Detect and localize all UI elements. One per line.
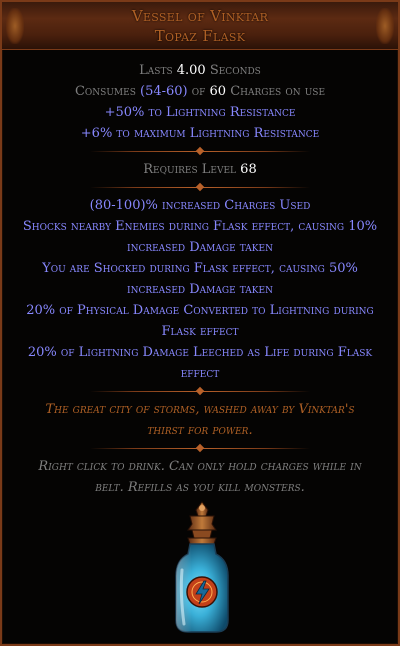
separator: [90, 183, 310, 191]
explicit-mods: (80-100)% increased Charges Used Shocks …: [12, 195, 388, 384]
duration-unit: Seconds: [205, 63, 261, 78]
item-name: Vessel of Vinktar: [131, 7, 269, 25]
separator: [90, 387, 310, 395]
charges-line: Consumes (54-60) of 60 Charges on use: [12, 81, 388, 102]
duration-label: Lasts: [139, 63, 177, 78]
item-tooltip: Vessel of Vinktar Topaz Flask Lasts 4.00…: [0, 0, 400, 646]
implicit-mod-2: +6% to maximum Lightning Resistance: [80, 126, 320, 141]
explicit-mod: (80-100)% increased Charges Used: [89, 198, 311, 213]
charges-used-value: (54-60): [140, 84, 188, 99]
duration-line: Lasts 4.00 Seconds: [12, 60, 388, 81]
implicit-mod-1: +50% to Lightning Resistance: [104, 105, 296, 120]
explicit-mod: Shocks nearby Enemies during Flask effec…: [22, 219, 378, 255]
flask-icon-container: [162, 498, 242, 638]
item-base-type: Topaz Flask: [154, 27, 246, 45]
lightning-sigil-icon: [186, 576, 218, 608]
explicit-mod: 20% of Physical Damage Converted to Ligh…: [26, 303, 374, 339]
separator: [90, 444, 310, 452]
charges-suffix: Charges on use: [226, 84, 326, 99]
requirements-line: Requires Level 68: [12, 159, 388, 180]
item-header: Vessel of Vinktar Topaz Flask: [2, 2, 398, 50]
charges-max-value: 60: [209, 84, 227, 99]
topaz-flask-icon: [175, 501, 229, 633]
separator: [90, 147, 310, 155]
requirements-label: Requires Level: [143, 162, 241, 177]
charges-label: Consumes: [74, 84, 140, 99]
charges-of: of: [187, 84, 210, 99]
flavour-text: The great city of storms, washed away by…: [45, 402, 355, 438]
item-body: Lasts 4.00 Seconds Consumes (54-60) of 6…: [2, 50, 398, 498]
duration-value: 4.00: [176, 63, 206, 78]
explicit-mod: 20% of Lightning Damage Leeched as Life …: [27, 345, 373, 381]
usage-hint: Right click to drink. Can only hold char…: [38, 459, 362, 495]
required-level-value: 68: [240, 162, 257, 177]
explicit-mod: You are Shocked during Flask effect, cau…: [42, 261, 358, 297]
